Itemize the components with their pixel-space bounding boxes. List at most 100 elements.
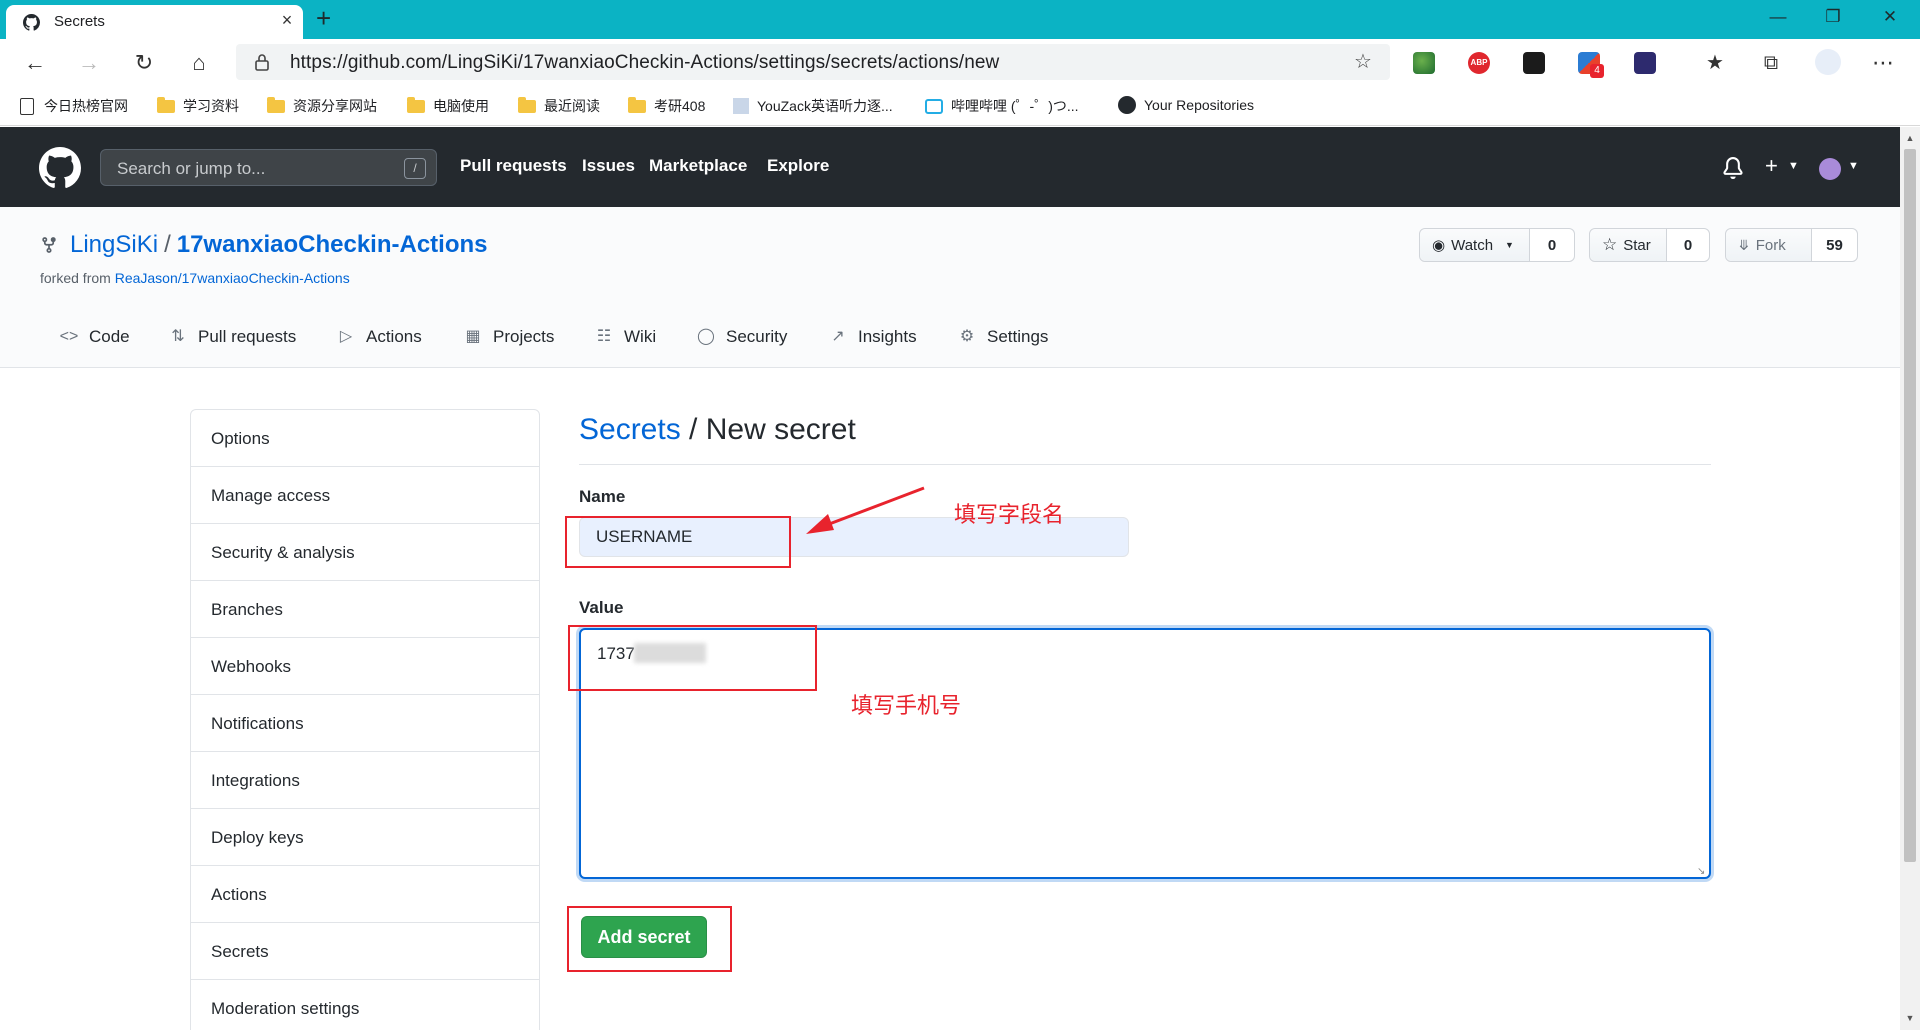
reload-icon[interactable]: ↻ <box>129 48 159 78</box>
browser-tab[interactable]: Secrets × <box>6 5 303 39</box>
tab-projects[interactable]: ▦ Projects <box>463 327 554 347</box>
scrollbar-thumb[interactable] <box>1904 149 1916 862</box>
tab-pull-requests[interactable]: ⇅ Pull requests <box>168 327 296 347</box>
sidebar-item-options[interactable]: Options <box>191 410 539 467</box>
repo-name-link[interactable]: 17wanxiaoCheckin-Actions <box>177 231 488 258</box>
sidebar-item-webhooks[interactable]: Webhooks <box>191 638 539 695</box>
profile-avatar[interactable] <box>1815 49 1841 75</box>
breadcrumb-secrets-link[interactable]: Secrets <box>579 413 681 446</box>
tab-code[interactable]: <> Code <box>59 327 130 347</box>
sidebar-item-actions[interactable]: Actions <box>191 866 539 923</box>
more-menu-icon[interactable]: ⋯ <box>1868 48 1898 78</box>
repository-header: LingSiKi/17wanxiaoCheckin-Actions forked… <box>0 207 1900 368</box>
chevron-down-icon[interactable]: ▼ <box>1788 160 1799 172</box>
repo-owner-link[interactable]: LingSiKi <box>70 231 158 258</box>
resize-handle-icon[interactable]: ↘ <box>1697 866 1705 877</box>
abp-icon[interactable]: ABP <box>1468 52 1490 74</box>
sidebar-item-branches[interactable]: Branches <box>191 581 539 638</box>
notifications-bell-icon[interactable] <box>1722 156 1744 180</box>
back-arrow-icon[interactable]: ← <box>20 48 50 78</box>
user-avatar[interactable] <box>1819 158 1841 180</box>
sidebar-item-deploy-keys[interactable]: Deploy keys <box>191 809 539 866</box>
watch-button[interactable]: ◉ Watch ▼ <box>1420 229 1530 261</box>
watch-control: ◉ Watch ▼ 0 <box>1419 228 1575 262</box>
sidebar-item-moderation-settings[interactable]: Moderation settings <box>191 980 539 1030</box>
gear-icon: ⚙ <box>959 328 975 345</box>
eye-icon: ◉ <box>1432 237 1446 254</box>
pull-request-icon: ⇅ <box>171 328 185 345</box>
repo-forked-icon <box>42 237 56 253</box>
chevron-down-icon[interactable]: ▼ <box>1848 160 1859 172</box>
project-icon: ▦ <box>465 328 481 345</box>
annotation-arrow-icon <box>806 486 925 534</box>
folder-icon <box>628 96 646 113</box>
sidebar-item-secrets[interactable]: Secrets <box>191 923 539 980</box>
mask-extension-icon[interactable] <box>1523 52 1545 74</box>
folder-icon <box>518 96 536 113</box>
tab-actions[interactable]: ▷ Actions <box>336 327 422 347</box>
restore-window-icon[interactable]: ❐ <box>1818 7 1848 27</box>
bookmark-item[interactable]: 今日热榜官网 <box>20 96 128 116</box>
scroll-down-icon[interactable]: ▼ <box>1904 1013 1916 1023</box>
home-icon[interactable]: ⌂ <box>184 48 214 78</box>
tab-insights[interactable]: ↗ Insights <box>828 327 916 347</box>
tab-security[interactable]: ◯ Security <box>696 327 787 347</box>
watch-count[interactable]: 0 <box>1530 229 1574 261</box>
close-window-icon[interactable]: ✕ <box>1875 7 1905 27</box>
minimize-window-icon[interactable]: — <box>1763 7 1793 27</box>
settings-sidebar: Options Manage access Security & analysi… <box>190 409 540 1030</box>
lock-icon <box>255 54 269 71</box>
fork-icon: ⤋ <box>1738 236 1750 253</box>
forked-from-line: forked from ReaJason/17wanxiaoCheckin-Ac… <box>40 270 350 286</box>
bookmark-folder[interactable]: 考研408 <box>628 96 705 116</box>
value-highlight-box <box>568 625 817 691</box>
collections-icon[interactable]: ⧉ <box>1756 48 1786 78</box>
star-count[interactable]: 0 <box>1667 229 1709 261</box>
bookmark-item[interactable]: 哔哩哔哩 (゜-゜)つ... <box>925 96 1079 116</box>
forward-arrow-icon[interactable]: → <box>74 48 104 78</box>
tab-settings[interactable]: ⚙ Settings <box>957 327 1049 347</box>
search-input[interactable]: Search or jump to... / <box>100 149 437 186</box>
sidebar-item-manage-access[interactable]: Manage access <box>191 467 539 524</box>
address-bar[interactable]: https://github.com/LingSiKi/17wanxiaoChe… <box>236 44 1390 80</box>
shield-icon: ◯ <box>697 328 715 345</box>
tab-wiki[interactable]: ☷ Wiki <box>594 327 656 347</box>
globe-extension-icon[interactable] <box>1413 52 1435 74</box>
star-control: ☆ Star 0 <box>1589 228 1710 262</box>
github-logo-icon[interactable] <box>39 147 81 189</box>
browser-toolbar: ← → ↻ ⌂ https://github.com/LingSiKi/17wa… <box>0 39 1920 86</box>
bookmark-folder[interactable]: 最近阅读 <box>518 96 600 116</box>
sidebar-item-security-analysis[interactable]: Security & analysis <box>191 524 539 581</box>
forked-from-link[interactable]: ReaJason/17wanxiaoCheckin-Actions <box>115 270 350 286</box>
new-tab-button[interactable]: + <box>316 3 331 34</box>
create-new-plus-icon[interactable]: + <box>1765 153 1778 179</box>
breadcrumb-current: New secret <box>705 413 856 446</box>
sidebar-item-notifications[interactable]: Notifications <box>191 695 539 752</box>
sidebar-item-integrations[interactable]: Integrations <box>191 752 539 809</box>
nav-explore[interactable]: Explore <box>767 156 829 176</box>
vertical-scrollbar[interactable]: ▲ ▼ <box>1900 127 1920 1030</box>
scroll-up-icon[interactable]: ▲ <box>1904 133 1916 143</box>
name-highlight-box <box>565 516 791 568</box>
search-placeholder: Search or jump to... <box>117 159 266 178</box>
bookmark-folder[interactable]: 学习资料 <box>157 96 239 116</box>
puzzle-extension-icon[interactable]: 4 <box>1578 52 1604 78</box>
star-button[interactable]: ☆ Star <box>1590 229 1667 261</box>
bracket-extension-icon[interactable] <box>1634 52 1656 74</box>
favorite-star-icon[interactable]: ☆ <box>1354 49 1372 74</box>
fork-count[interactable]: 59 <box>1812 229 1857 261</box>
bookmark-item[interactable]: YouZack英语听力逐... <box>733 96 893 116</box>
fork-button[interactable]: ⤋ Fork <box>1726 229 1812 261</box>
name-label: Name <box>579 487 626 506</box>
url-text[interactable]: https://github.com/LingSiKi/17wanxiaoChe… <box>290 52 999 74</box>
nav-pull-requests[interactable]: Pull requests <box>460 156 567 176</box>
bookmark-item[interactable]: Your Repositories <box>1118 96 1254 114</box>
bookmarks-bar: 今日热榜官网 学习资料 资源分享网站 电脑使用 最近阅读 考研408 YouZa… <box>0 86 1920 126</box>
bookmark-folder[interactable]: 电脑使用 <box>407 96 489 116</box>
nav-issues[interactable]: Issues <box>582 156 635 176</box>
close-tab-icon[interactable]: × <box>276 10 298 31</box>
bookmark-folder[interactable]: 资源分享网站 <box>267 96 377 116</box>
nav-marketplace[interactable]: Marketplace <box>649 156 747 176</box>
favorites-icon[interactable]: ★ <box>1700 48 1730 78</box>
divider <box>579 464 1711 465</box>
